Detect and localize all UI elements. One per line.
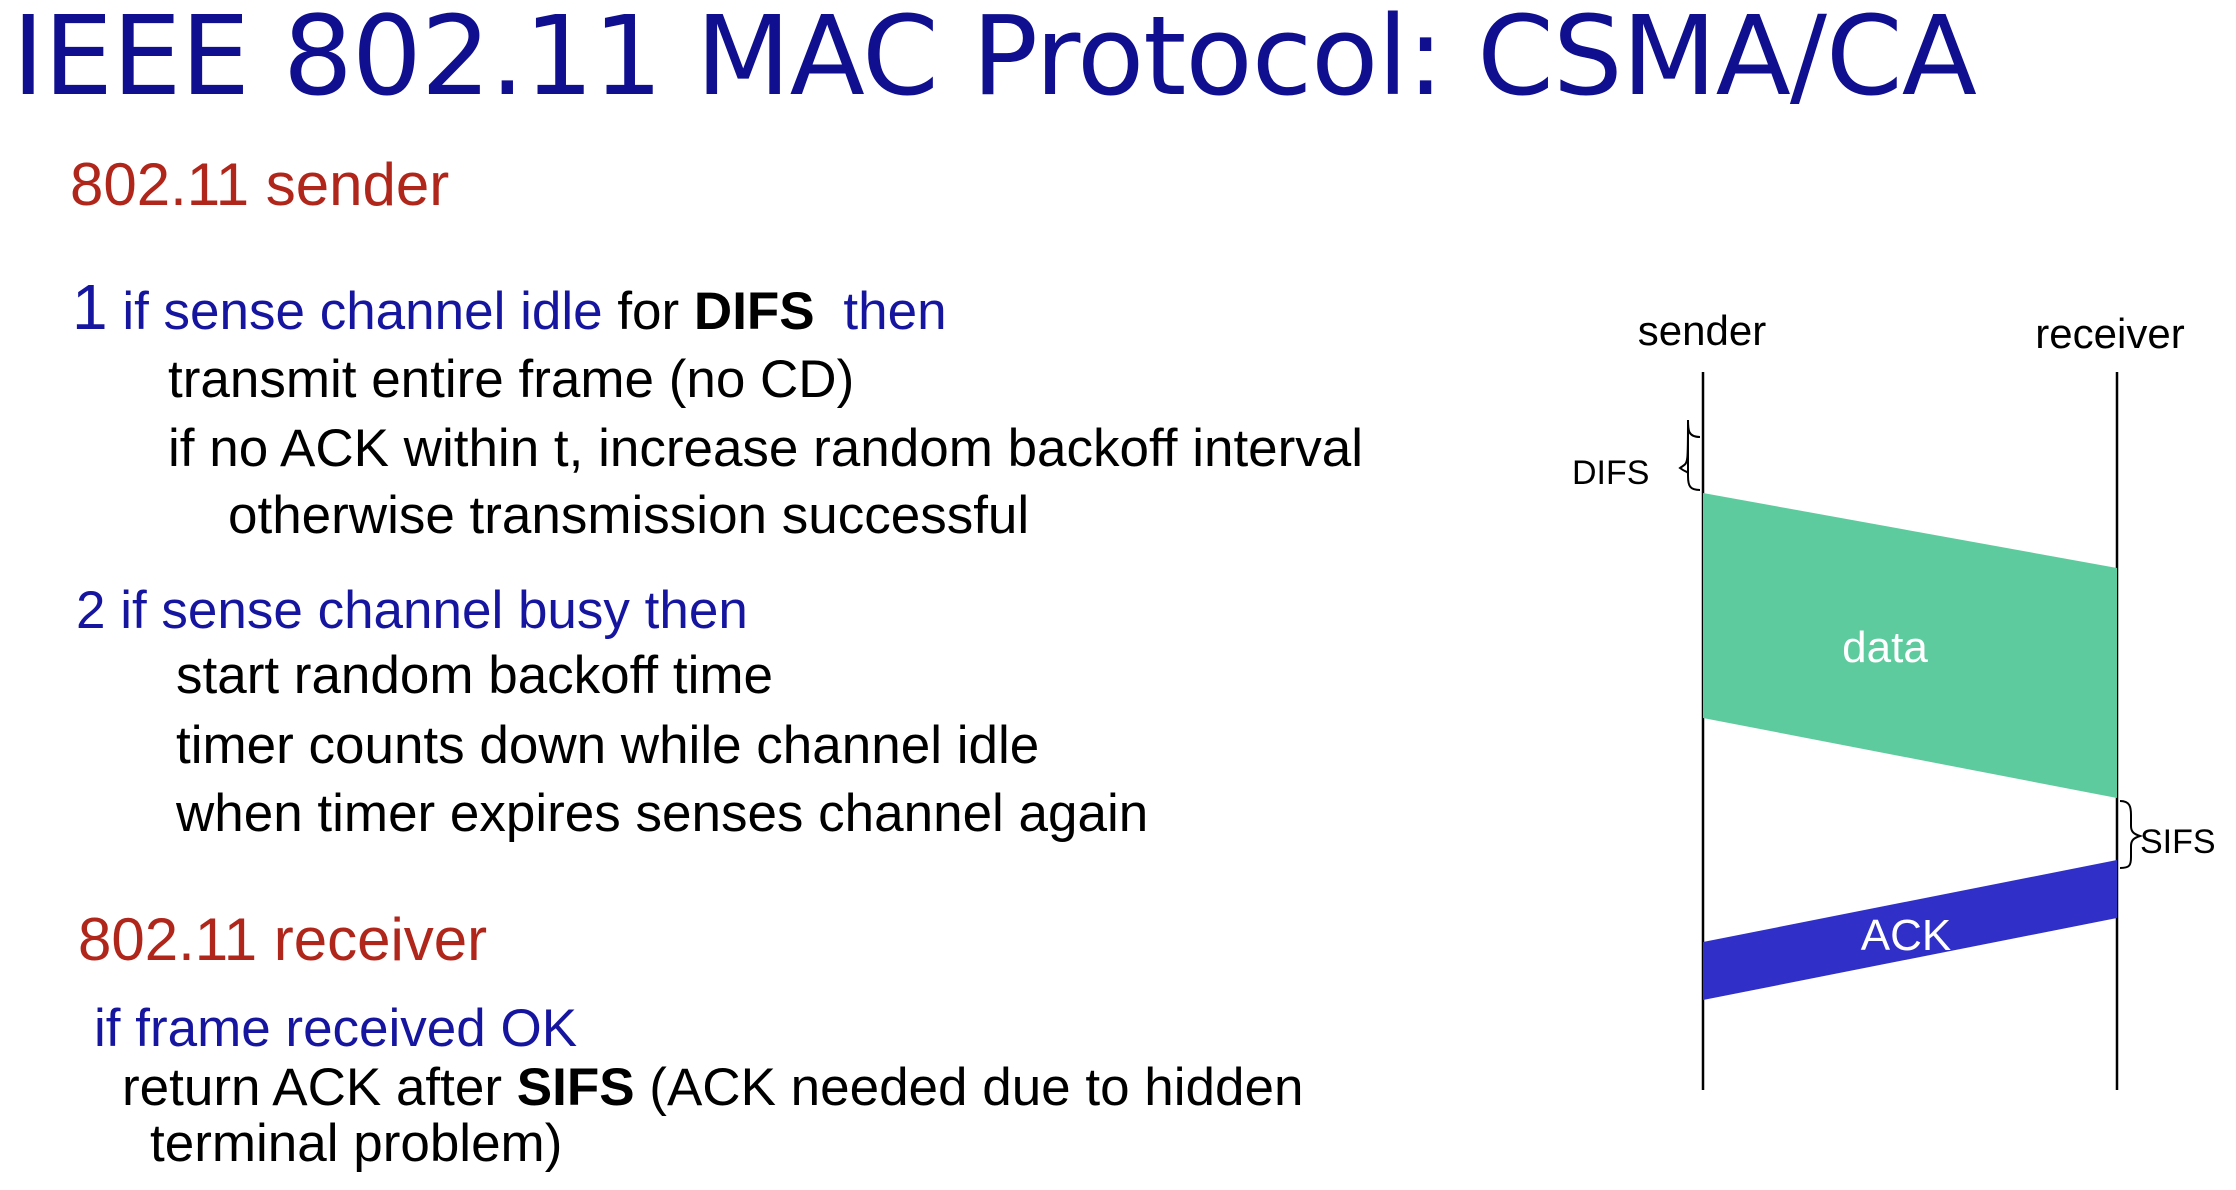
receiver-label: receiver <box>2035 310 2184 357</box>
sender-label: sender <box>1638 307 1766 354</box>
sifs-label: SIFS <box>2140 823 2216 861</box>
data-label: data <box>1842 623 1928 672</box>
timing-diagram: sender receiver DIFS data SIFS ACK <box>1572 307 2216 1090</box>
ack-label: ACK <box>1861 911 1951 960</box>
difs-brace <box>1678 419 1701 491</box>
difs-label: DIFS <box>1572 454 1649 492</box>
sifs-brace <box>2119 800 2144 869</box>
